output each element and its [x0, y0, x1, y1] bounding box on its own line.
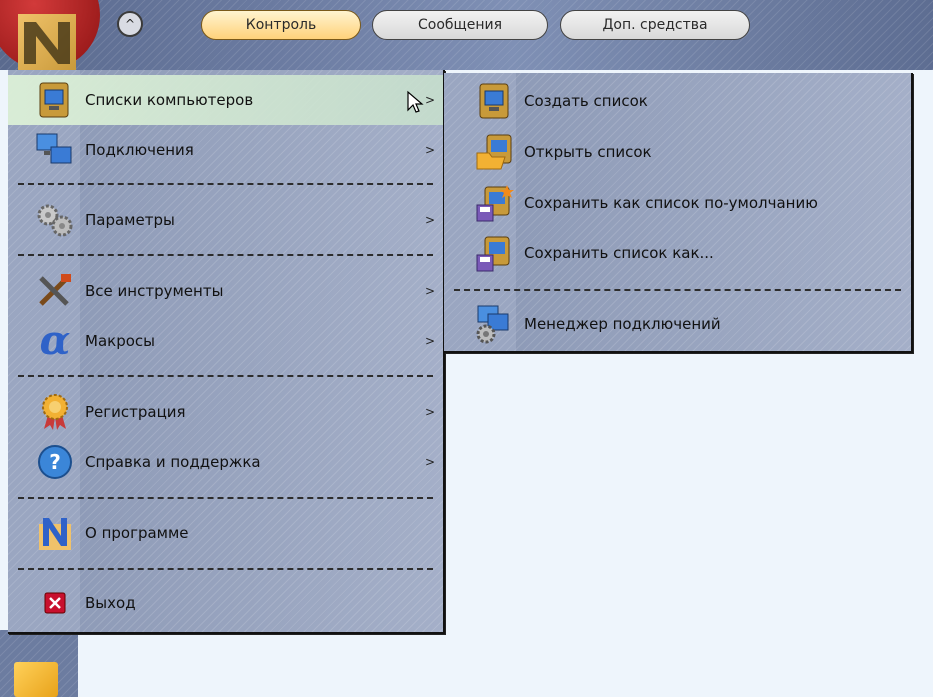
menu-item-label: Подключения	[85, 141, 194, 159]
folder-icon[interactable]	[14, 662, 58, 697]
connection-manager-icon	[474, 303, 516, 345]
menu-item-label: Менеджер подключений	[524, 315, 721, 333]
app-logo-icon[interactable]	[18, 14, 76, 70]
submenu-arrow-icon: >	[424, 93, 435, 107]
menu-item-label: Все инструменты	[85, 282, 224, 300]
menu-item-label: Справка и поддержка	[85, 453, 261, 471]
menu-item-label: Открыть список	[524, 143, 652, 161]
svg-text:?: ?	[49, 450, 61, 474]
tab-label: Контроль	[245, 17, 317, 33]
submenu-item-save-as[interactable]: Сохранить список как...	[444, 228, 911, 278]
open-list-icon	[474, 131, 516, 173]
tools-icon	[34, 270, 76, 312]
menu-item-help-support[interactable]: ? Справка и поддержка >	[8, 437, 443, 487]
tab-control[interactable]: Контроль	[201, 10, 361, 40]
menu-item-label: Макросы	[85, 332, 155, 350]
computer-lists-submenu: Создать список Открыть список Сохранить …	[444, 73, 913, 353]
submenu-arrow-icon: >	[424, 143, 435, 157]
menu-item-label: Списки компьютеров	[85, 91, 254, 109]
main-menu: Списки компьютеров > Подключения > Парам…	[8, 70, 445, 634]
save-as-icon	[474, 232, 516, 274]
save-default-icon	[474, 182, 516, 224]
help-icon: ?	[34, 441, 76, 483]
menu-item-macros[interactable]: α Макросы >	[8, 316, 443, 366]
tab-label: Сообщения	[417, 17, 502, 33]
submenu-item-open-list[interactable]: Открыть список	[444, 127, 911, 177]
menu-item-all-tools[interactable]: Все инструменты >	[8, 266, 443, 316]
menu-item-label: Выход	[85, 594, 136, 612]
menu-item-parameters[interactable]: Параметры >	[8, 195, 443, 245]
connections-icon	[34, 129, 76, 171]
menu-separator	[18, 568, 433, 570]
submenu-arrow-icon: >	[424, 455, 435, 469]
registration-badge-icon	[34, 391, 76, 433]
menu-item-registration[interactable]: Регистрация >	[8, 387, 443, 437]
about-logo-icon	[34, 512, 76, 554]
menu-item-label: Регистрация	[85, 403, 186, 421]
tab-extra-tools[interactable]: Доп. средства	[560, 10, 750, 40]
chevron-up-icon: ^	[124, 17, 136, 31]
top-toolbar: ^ Контроль Сообщения Доп. средства	[0, 0, 933, 70]
menu-item-label: Сохранить список как...	[524, 244, 714, 262]
menu-separator	[18, 375, 433, 377]
menu-item-label: О программе	[85, 524, 189, 542]
submenu-item-create-list[interactable]: Создать список	[444, 76, 911, 126]
menu-item-exit[interactable]: Выход	[8, 578, 443, 628]
mouse-cursor-icon	[406, 90, 424, 118]
menu-item-about[interactable]: О программе	[8, 508, 443, 558]
menu-item-label: Сохранить как список по-умолчанию	[524, 194, 818, 212]
menu-separator	[18, 183, 433, 185]
submenu-arrow-icon: >	[424, 213, 435, 227]
submenu-item-connection-manager[interactable]: Менеджер подключений	[444, 299, 911, 349]
menu-item-connections[interactable]: Подключения >	[8, 125, 443, 175]
menu-separator	[454, 289, 901, 291]
menu-item-label: Создать список	[524, 92, 648, 110]
submenu-arrow-icon: >	[424, 405, 435, 419]
menu-item-label: Параметры	[85, 211, 175, 229]
menu-separator	[18, 497, 433, 499]
submenu-arrow-icon: >	[424, 334, 435, 348]
menu-item-computer-lists[interactable]: Списки компьютеров >	[8, 75, 443, 125]
collapse-ribbon-button[interactable]: ^	[117, 11, 143, 37]
computer-list-icon	[34, 79, 76, 121]
submenu-item-save-default[interactable]: Сохранить как список по-умолчанию	[444, 178, 911, 228]
new-list-icon	[474, 80, 516, 122]
tab-messages[interactable]: Сообщения	[372, 10, 548, 40]
alpha-macro-icon: α	[39, 317, 71, 364]
submenu-arrow-icon: >	[424, 284, 435, 298]
tab-label: Доп. средства	[602, 17, 708, 33]
menu-separator	[18, 254, 433, 256]
gears-icon	[34, 199, 76, 241]
exit-icon	[34, 582, 76, 624]
